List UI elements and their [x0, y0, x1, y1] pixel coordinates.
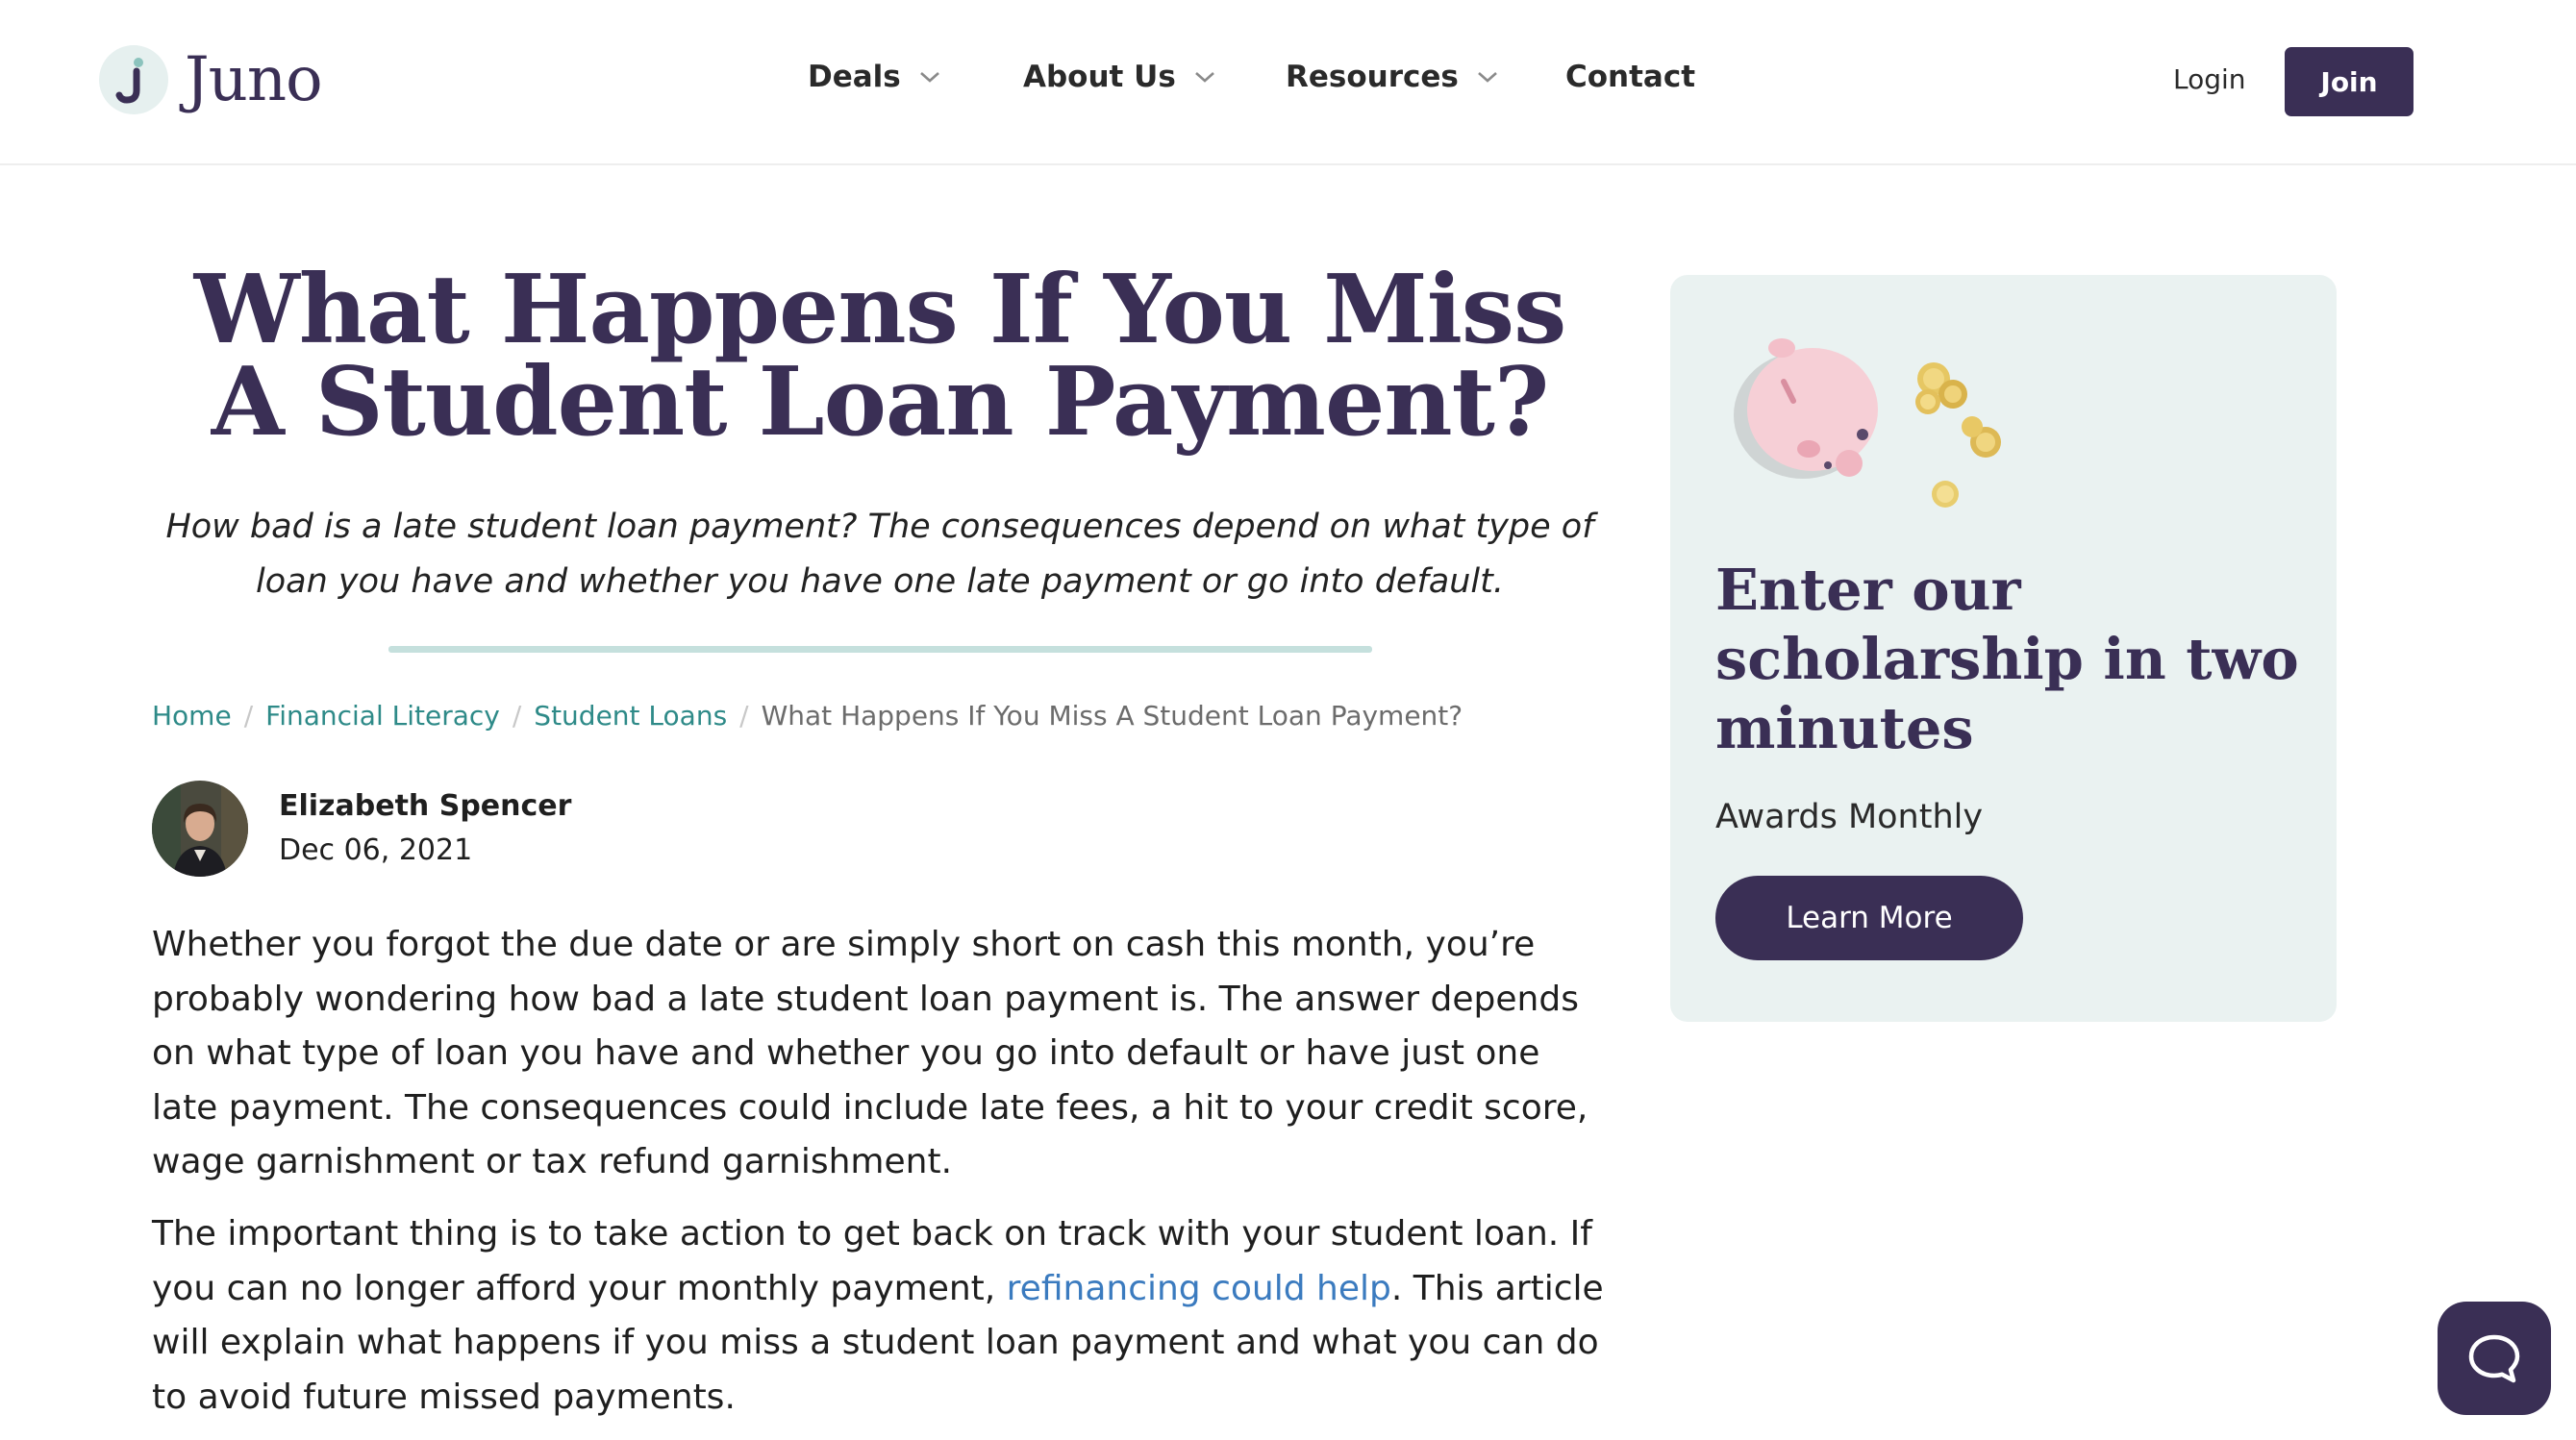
join-button[interactable]: Join — [2285, 47, 2413, 116]
site-header: Juno Deals About Us Resources Contact Lo… — [0, 0, 2576, 165]
scholarship-card: Enter our scholarship in two minutes Awa… — [1670, 275, 2337, 1022]
nav-contact[interactable]: Contact — [1565, 60, 1695, 94]
author-name[interactable]: Elizabeth Spencer — [279, 784, 571, 829]
nav-about-us[interactable]: About Us — [1023, 60, 1216, 94]
nav-deals-label: Deals — [808, 60, 901, 94]
breadcrumb-separator: / — [512, 700, 522, 732]
piggy-bank-icon — [1734, 338, 2001, 508]
chat-bubble-icon — [2468, 1334, 2520, 1383]
card-title: Enter our scholarship in two minutes — [1715, 557, 2299, 761]
card-subtitle: Awards Monthly — [1715, 798, 1984, 836]
logo[interactable]: Juno — [98, 44, 323, 115]
article-paragraph-2: The important thing is to take action to… — [152, 1207, 1613, 1425]
chat-button[interactable] — [2438, 1302, 2551, 1415]
author-photo-icon — [152, 781, 248, 877]
article-paragraph-1: Whether you forgot the due date or are s… — [152, 925, 1588, 1181]
article-subtitle: How bad is a late student loan payment? … — [165, 508, 1594, 601]
publish-date: Dec 06, 2021 — [279, 833, 473, 867]
breadcrumb-current: What Happens If You Miss A Student Loan … — [761, 700, 1463, 732]
title-divider — [388, 646, 1372, 653]
breadcrumb-home[interactable]: Home — [152, 700, 232, 732]
juno-logo-icon — [99, 45, 168, 114]
breadcrumb-separator: / — [739, 700, 749, 732]
learn-more-button[interactable]: Learn More — [1715, 876, 2023, 960]
chevron-down-icon — [1477, 72, 1497, 83]
login-link[interactable]: Login — [2173, 63, 2246, 95]
page-title: What Happens If You Miss A Student Loan … — [193, 255, 1567, 458]
nav-deals[interactable]: Deals — [808, 60, 941, 94]
nav-contact-label: Contact — [1565, 60, 1696, 94]
breadcrumb: Home / Financial Literacy / Student Loans / Wh… — [152, 700, 1463, 732]
nav-resources-label: Resources — [1286, 60, 1459, 94]
author-meta: Elizabeth Spencer Dec 06, 2021 — [279, 784, 571, 873]
breadcrumb-financial-literacy[interactable]: Financial Literacy — [265, 700, 500, 732]
avatar — [152, 781, 248, 877]
author-block: Elizabeth Spencer Dec 06, 2021 — [152, 781, 571, 877]
coins-icon — [1915, 362, 2001, 508]
breadcrumb-separator: / — [243, 700, 254, 732]
logo-text: Juno — [185, 44, 323, 115]
breadcrumb-student-loans[interactable]: Student Loans — [534, 700, 727, 732]
chevron-down-icon — [919, 72, 939, 83]
refinancing-link[interactable]: refinancing could help — [1007, 1269, 1391, 1308]
nav-resources[interactable]: Resources — [1286, 60, 1499, 94]
chevron-down-icon — [1194, 72, 1214, 83]
nav-about-us-label: About Us — [1023, 60, 1176, 94]
